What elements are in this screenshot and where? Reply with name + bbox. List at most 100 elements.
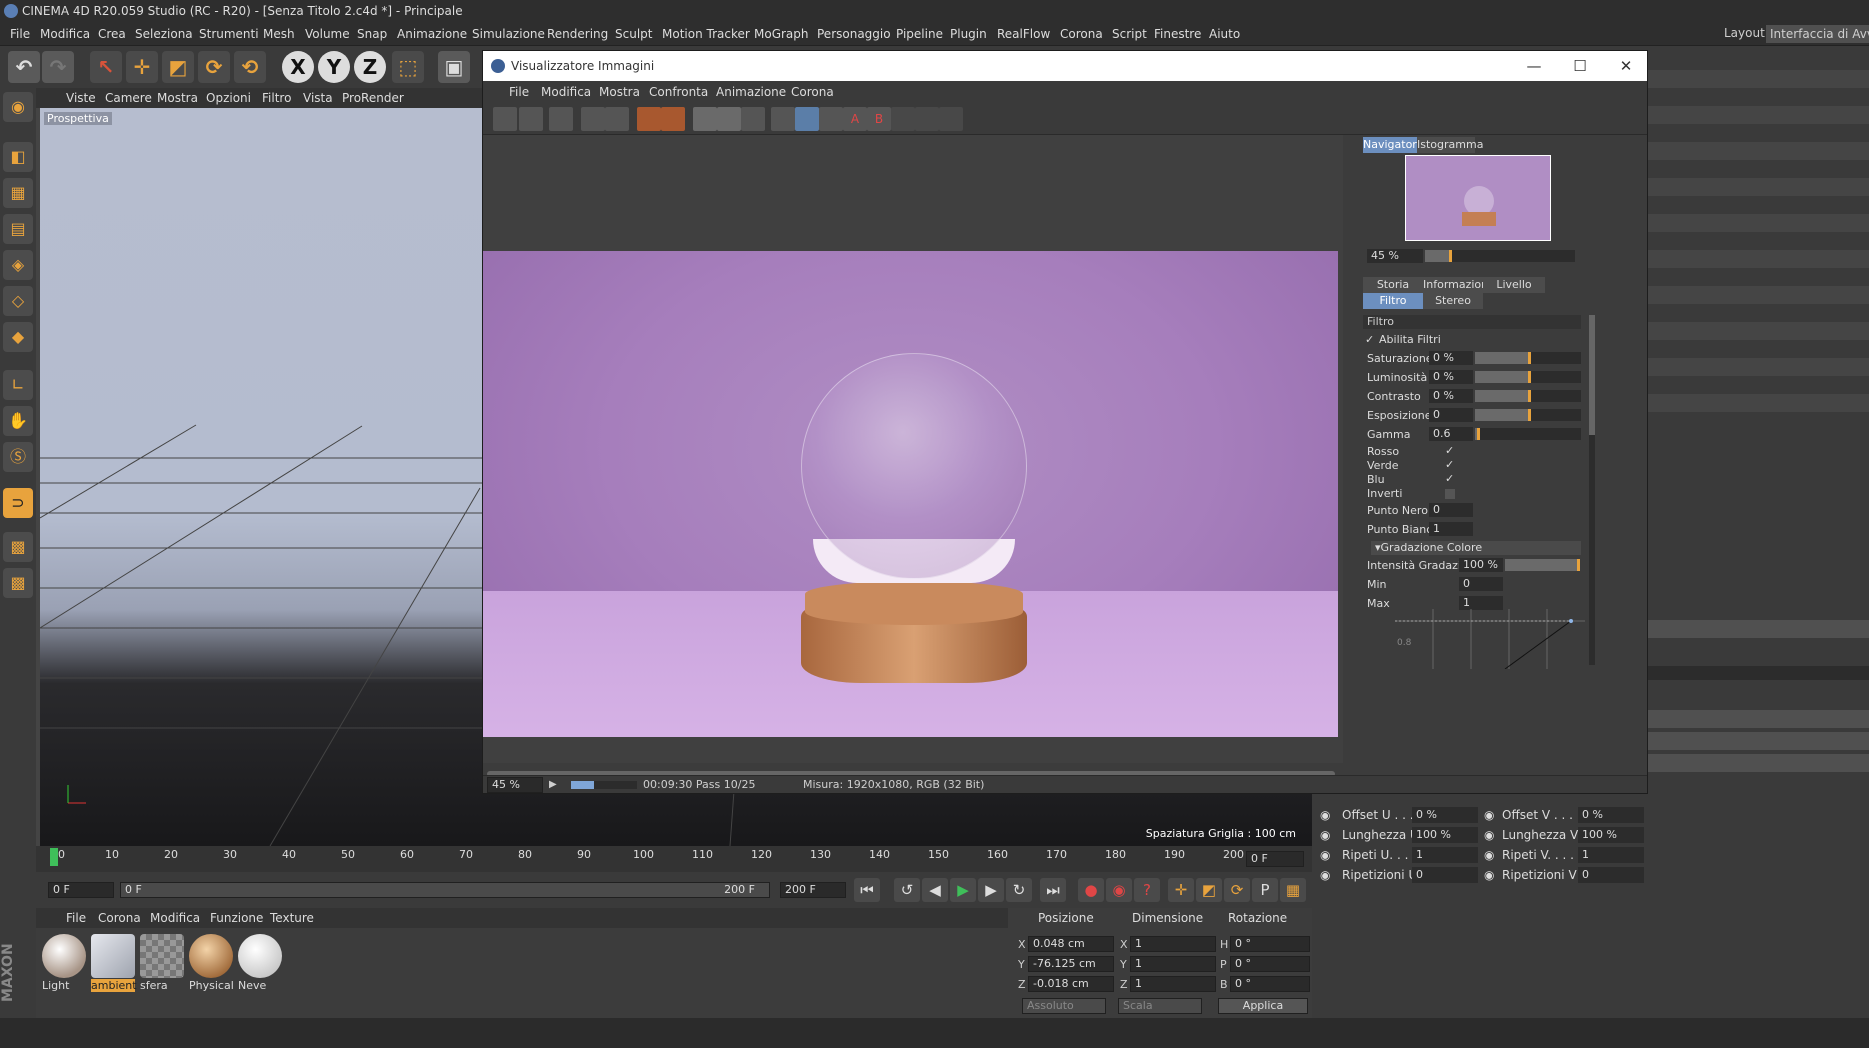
menu-simulazione[interactable]: Simulazione: [472, 22, 545, 46]
color-gradation-header[interactable]: ▾Gradazione Colore: [1371, 541, 1581, 555]
vp-menu-mostra[interactable]: Mostra: [157, 91, 198, 105]
edges-mode-icon[interactable]: ◇: [3, 286, 33, 316]
material-ambient[interactable]: ambient: [91, 934, 137, 992]
vp-menu-vista[interactable]: Vista: [303, 91, 333, 105]
current-frame-field[interactable]: 0 F: [1246, 851, 1304, 867]
material-neve[interactable]: Neve: [238, 934, 282, 992]
single-view-icon[interactable]: [771, 107, 795, 131]
menu-crea[interactable]: Crea: [98, 22, 126, 46]
viewport-camera-label[interactable]: Prospettiva: [44, 112, 112, 125]
workplane-icon[interactable]: ▤: [3, 214, 33, 244]
menu-finestre[interactable]: Finestre: [1154, 22, 1201, 46]
mat-menu-funzione[interactable]: Funzione: [210, 911, 263, 925]
play-icon[interactable]: ▶: [549, 779, 557, 790]
set-b-icon[interactable]: B: [867, 107, 891, 131]
minimize-icon[interactable]: —: [1511, 51, 1557, 81]
contrast-slider[interactable]: [1475, 390, 1581, 402]
dual-view-icon[interactable]: [795, 107, 819, 131]
menu-mograph[interactable]: MoGraph: [754, 22, 809, 46]
tab-stereo[interactable]: Stereo: [1423, 293, 1483, 309]
key-rotation-icon[interactable]: ⟳: [1224, 878, 1250, 902]
paste-icon[interactable]: [661, 107, 685, 131]
red-checkbox[interactable]: ✓: [1445, 445, 1455, 456]
menu-snap[interactable]: Snap: [357, 22, 387, 46]
side-scrollbar[interactable]: [1589, 315, 1595, 665]
play-icon[interactable]: ▶: [950, 878, 976, 902]
rotate-tool-icon[interactable]: ⟳: [198, 51, 230, 83]
next-key-icon[interactable]: ↻: [1006, 878, 1032, 902]
rot-p-field[interactable]: 0 °: [1230, 956, 1310, 972]
pv-menu-animazione[interactable]: Animazione: [716, 85, 786, 99]
autokey-icon[interactable]: ◉: [1106, 878, 1132, 902]
viewer-zoom-field[interactable]: 45 %: [487, 777, 543, 793]
coordinate-system-icon[interactable]: ⬚: [392, 51, 424, 83]
magnet-icon[interactable]: ⊃: [3, 488, 33, 518]
start-frame-field[interactable]: 0 F: [48, 882, 114, 898]
menu-pipeline[interactable]: Pipeline: [896, 22, 943, 46]
repeat-u-field[interactable]: 1: [1412, 847, 1478, 863]
model-mode-icon[interactable]: ◧: [3, 142, 33, 172]
repeat-v-field[interactable]: 1: [1578, 847, 1644, 863]
menu-modifica[interactable]: Modifica: [40, 22, 90, 46]
material-sfera[interactable]: sfera: [140, 934, 184, 992]
tab-informazioni[interactable]: Informazioni: [1423, 277, 1491, 293]
pos-z-field[interactable]: -0.018 cm: [1028, 976, 1114, 992]
key-param-icon[interactable]: P: [1252, 878, 1278, 902]
render-settings-icon[interactable]: [741, 107, 765, 131]
gamma-field[interactable]: 0.6: [1429, 427, 1473, 441]
menu-motion-tracker[interactable]: Motion Tracker: [662, 22, 750, 46]
menu-personaggio[interactable]: Personaggio: [817, 22, 891, 46]
exposure-field[interactable]: 0: [1429, 408, 1473, 422]
contrast-field[interactable]: 0 %: [1429, 389, 1473, 403]
recent-tool-icon[interactable]: ⟲: [234, 51, 266, 83]
offset-u-field[interactable]: 0 %: [1412, 807, 1478, 823]
workplane-lock-icon[interactable]: ▩: [3, 532, 33, 562]
pv-menu-modifica[interactable]: Modifica: [541, 85, 591, 99]
mat-menu-texture[interactable]: Texture: [270, 911, 314, 925]
menu-sculpt[interactable]: Sculpt: [615, 22, 652, 46]
mat-menu-file[interactable]: File: [66, 911, 86, 925]
render-view-icon[interactable]: ▣: [438, 51, 470, 83]
mat-menu-corona[interactable]: Corona: [98, 911, 141, 925]
pos-x-field[interactable]: 0.048 cm: [1028, 936, 1114, 952]
size-x-field[interactable]: 1: [1130, 936, 1216, 952]
material-light[interactable]: Light: [42, 934, 86, 992]
key-pla-icon[interactable]: ▦: [1280, 878, 1306, 902]
difference-icon[interactable]: [915, 107, 939, 131]
material-physical[interactable]: Physical: [189, 934, 234, 992]
axis-mode-icon[interactable]: ∟: [3, 370, 33, 400]
navigator-zoom-field[interactable]: 45 %: [1367, 249, 1423, 263]
vp-menu-filtro[interactable]: Filtro: [262, 91, 291, 105]
rot-b-field[interactable]: 0 °: [1230, 976, 1310, 992]
length-u-field[interactable]: 100 %: [1412, 827, 1478, 843]
redo-icon[interactable]: ↷: [42, 51, 74, 83]
render-region-icon[interactable]: [549, 107, 573, 131]
pv-menu-file[interactable]: File: [509, 85, 529, 99]
max-field[interactable]: 1: [1459, 596, 1503, 610]
length-v-field[interactable]: 100 %: [1578, 827, 1644, 843]
key-position-icon[interactable]: ✛: [1168, 878, 1194, 902]
navigator-thumbnail[interactable]: [1405, 155, 1551, 241]
move-tool-icon[interactable]: ✛: [126, 51, 158, 83]
menu-animazione[interactable]: Animazione: [397, 22, 467, 46]
repetitions-u-field[interactable]: 0: [1412, 867, 1478, 883]
green-checkbox[interactable]: ✓: [1445, 459, 1455, 470]
pv-menu-mostra[interactable]: Mostra: [599, 85, 640, 99]
tab-filtro[interactable]: Filtro: [1363, 293, 1423, 309]
snap-icon[interactable]: Ⓢ: [3, 442, 33, 472]
zoom-icon[interactable]: [605, 107, 629, 131]
pv-menu-confronta[interactable]: Confronta: [649, 85, 708, 99]
offset-v-field[interactable]: 0 %: [1578, 807, 1644, 823]
make-editable-icon[interactable]: ◉: [3, 92, 33, 122]
undo-icon[interactable]: ↶: [8, 51, 40, 83]
set-a-icon[interactable]: A: [843, 107, 867, 131]
menu-aiuto[interactable]: Aiuto: [1209, 22, 1240, 46]
channel-rgb-icon[interactable]: [693, 107, 717, 131]
save-image-icon[interactable]: [519, 107, 543, 131]
vp-menu-opzioni[interactable]: Opzioni: [206, 91, 251, 105]
menu-strumenti[interactable]: Strumenti: [199, 22, 259, 46]
goto-start-icon[interactable]: ⏮: [854, 878, 880, 902]
polygons-mode-icon[interactable]: ◆: [3, 322, 33, 352]
menu-corona[interactable]: Corona: [1060, 22, 1103, 46]
channel-alpha-icon[interactable]: [717, 107, 741, 131]
